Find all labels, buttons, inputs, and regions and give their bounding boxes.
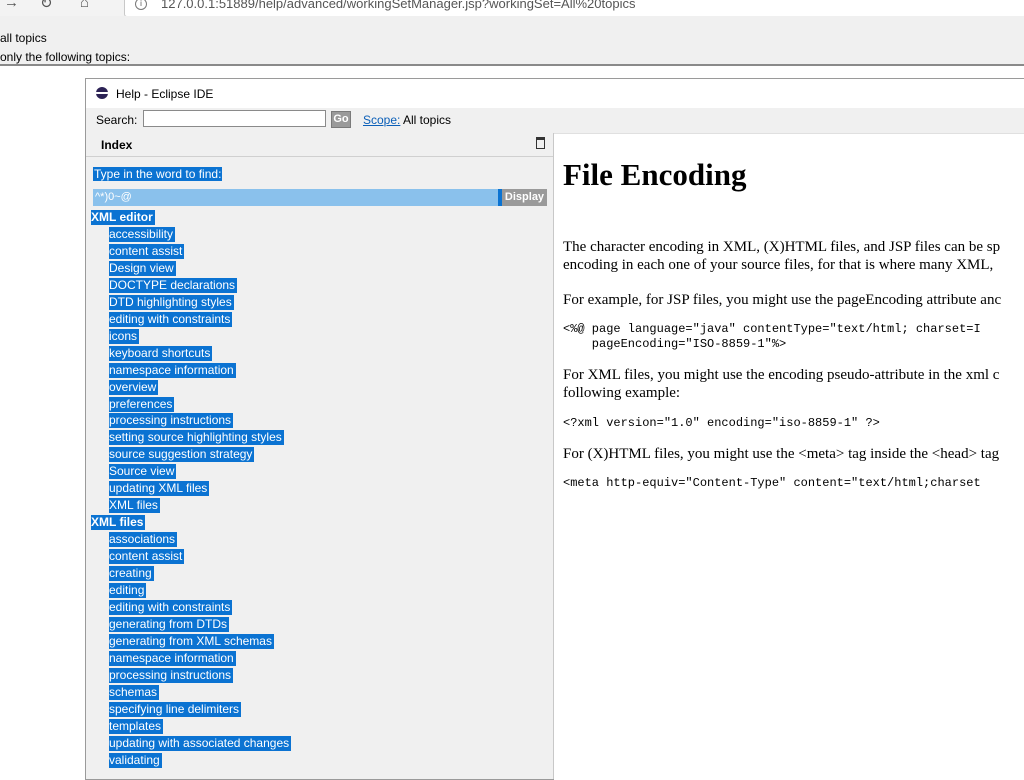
index-subentry[interactable]: generating from DTDs — [109, 617, 230, 632]
index-subentry[interactable]: icons — [109, 329, 140, 344]
scope-value: All topics — [403, 113, 452, 127]
index-entry-xml-files[interactable]: XML files — [91, 515, 146, 530]
scope-option-all[interactable]: all topics — [0, 31, 47, 45]
index-subentry[interactable]: processing instructions — [109, 413, 234, 428]
index-header: Index — [86, 133, 553, 157]
paragraph-line: For example, for JSP files, you might us… — [563, 292, 1002, 308]
index-subentry[interactable]: preferences — [109, 397, 175, 412]
index-subentry[interactable]: keyboard shortcuts — [109, 346, 213, 361]
address-url[interactable]: 127.0.0.1:51889/help/advanced/workingSet… — [161, 0, 635, 11]
index-subentry[interactable]: creating — [109, 566, 154, 581]
paragraph-line: The character encoding in XML, (X)HTML f… — [563, 239, 1001, 255]
refresh-icon[interactable]: ↻ — [40, 0, 53, 12]
scope-link[interactable]: Scope: — [363, 113, 400, 127]
index-subentry[interactable]: namespace information — [109, 363, 236, 378]
background-page: all topics only the following topics: — [0, 16, 1024, 65]
paragraph-line: encoding in each one of your source file… — [563, 257, 994, 273]
find-row: ^*)0~@ Display — [93, 189, 547, 206]
content-pane: File Encoding The character encoding in … — [554, 133, 1024, 780]
index-subentry[interactable]: Design view — [109, 261, 176, 276]
index-subentry[interactable]: templates — [109, 719, 164, 734]
scope-option-selected[interactable]: only the following topics: — [0, 50, 130, 64]
maximize-icon[interactable] — [536, 137, 545, 149]
index-subentry[interactable]: overview — [109, 380, 159, 395]
index-entry-xml-editor[interactable]: XML editor — [91, 210, 155, 225]
eclipse-icon — [96, 87, 108, 99]
browser-toolbar: → ↻ ⌂ i 127.0.0.1:51889/help/advanced/wo… — [0, 0, 1024, 17]
index-subentry[interactable]: XML files — [109, 498, 160, 513]
window-titlebar: Help - Eclipse IDE — [86, 79, 1024, 108]
index-subentry[interactable]: updating with associated changes — [109, 736, 292, 751]
code-line: pageEncoding="ISO-8859-1"%> — [563, 337, 787, 351]
search-input[interactable] — [143, 110, 326, 127]
display-button[interactable]: Display — [502, 189, 547, 206]
help-window: Help - Eclipse IDE Search: Go Scope: All… — [85, 78, 1024, 780]
index-subentry[interactable]: editing — [109, 583, 147, 598]
index-subentry[interactable]: content assist — [109, 549, 185, 564]
home-icon[interactable]: ⌂ — [80, 0, 89, 11]
index-title: Index — [101, 138, 133, 152]
index-subentry[interactable]: DTD highlighting styles — [109, 295, 234, 310]
index-subentry[interactable]: updating XML files — [109, 481, 210, 496]
find-input[interactable]: ^*)0~@ — [93, 189, 498, 206]
index-subentry[interactable]: associations — [109, 532, 178, 547]
index-subentry[interactable]: source suggestion strategy — [109, 447, 255, 462]
divider — [0, 64, 1024, 66]
search-label: Search: — [96, 113, 138, 127]
index-subentry[interactable]: validating — [109, 753, 162, 768]
index-pane: Index Type in the word to find: ^*)0~@ D… — [86, 133, 554, 779]
page-title: File Encoding — [563, 157, 747, 192]
info-icon[interactable]: i — [135, 0, 147, 10]
index-subentry[interactable]: accessibility — [109, 227, 176, 242]
forward-icon[interactable]: → — [4, 0, 19, 11]
address-bar[interactable]: i 127.0.0.1:51889/help/advanced/workingS… — [124, 0, 1024, 16]
index-subentry[interactable]: DOCTYPE declarations — [109, 278, 238, 293]
index-subentry[interactable]: setting source highlighting styles — [109, 430, 284, 445]
code-line: <%@ page language="java" contentType="te… — [563, 322, 981, 336]
index-subentry[interactable]: Source view — [109, 464, 177, 479]
code-line: <meta http-equiv="Content-Type" content=… — [563, 476, 981, 490]
paragraph-line: For (X)HTML files, you might use the <me… — [563, 446, 1000, 462]
index-subentry[interactable]: editing with constraints — [109, 600, 233, 615]
index-subentry[interactable]: processing instructions — [109, 668, 234, 683]
index-subentry[interactable]: generating from XML schemas — [109, 634, 274, 649]
code-line: <?xml version="1.0" encoding="iso-8859-1… — [563, 416, 880, 430]
find-label: Type in the word to find: — [93, 167, 223, 181]
index-subentry[interactable]: content assist — [109, 244, 185, 259]
go-button[interactable]: Go — [331, 111, 351, 128]
index-subentry[interactable]: editing with constraints — [109, 312, 233, 327]
window-title: Help - Eclipse IDE — [116, 87, 214, 101]
paragraph-line: For XML files, you might use the encodin… — [563, 367, 1000, 383]
paragraph-line: following example: — [563, 385, 681, 401]
index-subentry[interactable]: schemas — [109, 685, 160, 700]
search-toolbar: Search: Go Scope: All topics — [86, 108, 1024, 133]
index-subentry[interactable]: specifying line delimiters — [109, 702, 242, 717]
index-subentry[interactable]: namespace information — [109, 651, 236, 666]
